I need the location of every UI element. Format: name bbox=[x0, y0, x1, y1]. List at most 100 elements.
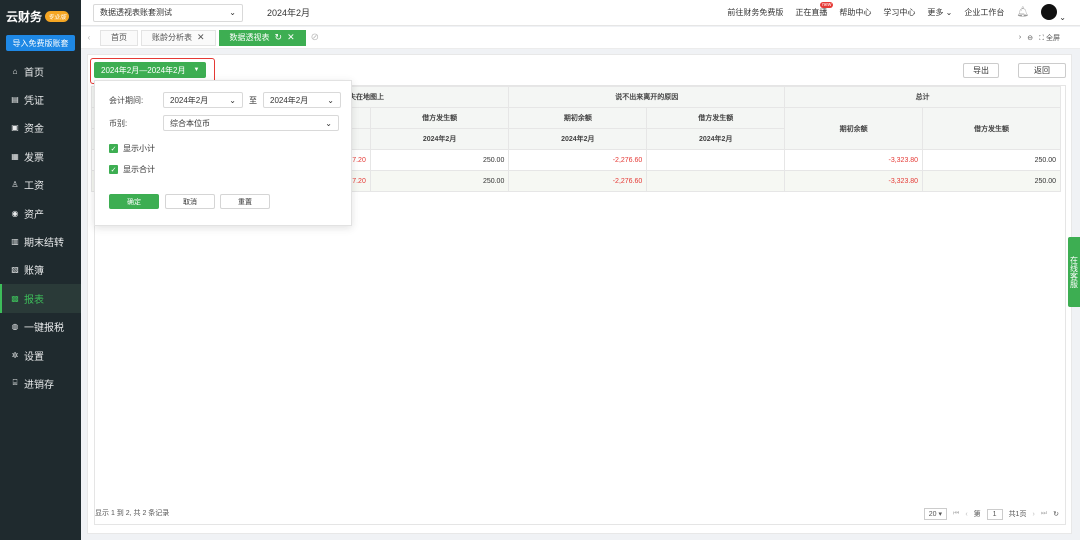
sidebar-item-inventory[interactable]: ⌸ 进销存 bbox=[0, 369, 81, 397]
user-menu[interactable]: ⌄ bbox=[1041, 3, 1066, 22]
checkbox-checked-icon[interactable]: ✓ bbox=[109, 144, 118, 153]
sidebar-item-label: 资产 bbox=[24, 209, 44, 221]
tabs-right-tools: › ⊖ ⛶ 全屏 bbox=[1019, 33, 1080, 43]
show-subtotal-row[interactable]: ✓ 显示小计 bbox=[109, 143, 155, 154]
current-period: 2024年2月 bbox=[267, 8, 311, 18]
record-count: 显示 1 到 2, 共 2 条记录 bbox=[95, 510, 170, 517]
ledger-icon: ▧ bbox=[11, 265, 19, 275]
date-range-label: 2024年2月—2024年2月 bbox=[101, 65, 186, 75]
sidebar-item-report[interactable]: ▩ 报表 bbox=[0, 284, 81, 313]
sidebar-item-tax[interactable]: ◍ 一键报税 bbox=[0, 313, 81, 341]
tabs-scroll-left-icon[interactable]: ‹ bbox=[81, 33, 97, 42]
table-cell bbox=[646, 149, 786, 171]
confirm-button[interactable]: 确定 bbox=[109, 194, 159, 209]
cancel-button[interactable]: 取消 bbox=[165, 194, 215, 209]
sidebar-item-label: 资金 bbox=[24, 124, 44, 136]
period-row: 会计期间: 2024年2月 ⌄ 至 2024年2月 ⌄ bbox=[109, 92, 341, 108]
period-to-select[interactable]: 2024年2月 ⌄ bbox=[263, 92, 341, 108]
page-size-value: 20 bbox=[928, 511, 937, 518]
tab-home[interactable]: 首页 bbox=[100, 29, 138, 46]
sidebar-item-period-close[interactable]: ▥ 期末结转 bbox=[0, 227, 81, 255]
tabs-scroll-right-icon[interactable]: › bbox=[1019, 34, 1021, 41]
show-total-label: 显示合计 bbox=[123, 165, 155, 174]
export-button[interactable]: 导出 bbox=[963, 63, 999, 78]
live-badge: new bbox=[820, 2, 834, 8]
top-right-links: 前往财务免费版 正在直播 new 帮助中心 学习中心 更多 ⌄ 企业工作台 🔔︎ … bbox=[727, 2, 1080, 22]
bell-icon[interactable]: 🔔︎ bbox=[1016, 7, 1029, 18]
asset-icon: ◉ bbox=[11, 208, 19, 218]
pagination: 20 ▾ ⏮ ‹ 第 1 共1页 › ⏭ ↻ bbox=[923, 508, 1059, 520]
refresh-icon[interactable]: ↻ bbox=[275, 32, 283, 43]
first-page-icon[interactable]: ⏮ bbox=[953, 510, 959, 518]
fullscreen-icon: ⛶ bbox=[1039, 34, 1045, 42]
link-workbench[interactable]: 企业工作台 bbox=[964, 7, 1004, 18]
voucher-icon: ▤ bbox=[11, 95, 19, 105]
close-icon[interactable]: ✕ bbox=[287, 32, 295, 43]
table-cell: 250.00 bbox=[922, 149, 1061, 171]
column-header: 借方发生额 bbox=[922, 107, 1061, 150]
link-live-label: 正在直播 bbox=[795, 8, 828, 17]
link-learning-center[interactable]: 学习中心 bbox=[883, 7, 915, 18]
reset-button[interactable]: 重置 bbox=[220, 194, 270, 209]
sidebar-item-home[interactable]: ⌂ 首页 bbox=[0, 57, 81, 85]
tabs-settings-icon[interactable]: ⊘ bbox=[311, 32, 319, 43]
period-from-value: 2024年2月 bbox=[170, 95, 209, 105]
tab-pivot-table[interactable]: 数据透视表 ↻ ✕ bbox=[218, 29, 306, 46]
period-from-select[interactable]: 2024年2月 ⌄ bbox=[163, 92, 243, 108]
period-to-value: 2024年2月 bbox=[270, 95, 309, 105]
import-free-account-button[interactable]: 导入免费版账套 bbox=[6, 35, 75, 51]
page-size-select[interactable]: 20 ▾ bbox=[923, 508, 947, 520]
link-live[interactable]: 正在直播 new bbox=[795, 2, 834, 18]
tab-aging-analysis[interactable]: 账龄分析表 ✕ bbox=[141, 29, 216, 46]
sidebar-item-label: 报表 bbox=[24, 294, 44, 306]
next-page-icon[interactable]: › bbox=[1032, 511, 1034, 518]
sidebar-item-voucher[interactable]: ▤ 凭证 bbox=[0, 85, 81, 113]
report-icon: ▩ bbox=[11, 293, 19, 303]
tab-label: 账龄分析表 bbox=[152, 33, 192, 42]
tab-label: 数据透视表 bbox=[229, 33, 270, 42]
fullscreen-button[interactable]: ⛶ 全屏 bbox=[1039, 33, 1060, 43]
online-service-button[interactable]: 在线客服 bbox=[1068, 237, 1080, 307]
table-cell: -2,276.60 bbox=[508, 170, 648, 192]
back-button[interactable]: 返回 bbox=[1018, 63, 1066, 78]
edition-badge: 专业版 bbox=[45, 10, 70, 22]
chevron-down-icon: ⌄ bbox=[327, 95, 334, 105]
link-more[interactable]: 更多 ⌄ bbox=[927, 7, 952, 18]
table-cell: 250.00 bbox=[922, 170, 1061, 192]
link-free-version[interactable]: 前往财务免费版 bbox=[727, 7, 783, 18]
logo[interactable]: 云财务 专业版 bbox=[0, 0, 81, 32]
checkbox-checked-icon[interactable]: ✓ bbox=[109, 165, 118, 174]
fund-icon: ▣ bbox=[11, 123, 19, 133]
chevron-down-icon: ⌄ bbox=[229, 8, 236, 17]
sidebar-item-fund[interactable]: ▣ 资金 bbox=[0, 114, 81, 142]
period-header: 2024年2月 bbox=[369, 128, 510, 150]
refresh-icon[interactable]: ↻ bbox=[1053, 510, 1059, 518]
sidebar-item-settings[interactable]: ✲ 设置 bbox=[0, 341, 81, 369]
home-icon: ⌂ bbox=[12, 66, 18, 76]
sidebar-item-label: 发票 bbox=[24, 152, 44, 164]
page-input[interactable]: 1 bbox=[986, 508, 1003, 520]
account-select[interactable]: 数据透视表账套测试 ⌄ bbox=[93, 3, 243, 22]
sidebar-item-ledger[interactable]: ▧ 账簿 bbox=[0, 256, 81, 284]
date-range-button[interactable]: 2024年2月—2024年2月 ▼ bbox=[94, 62, 207, 78]
sidebar-item-label: 期末结转 bbox=[24, 238, 64, 250]
close-icon[interactable]: ✕ bbox=[197, 32, 205, 43]
tab-label: 首页 bbox=[111, 33, 127, 42]
tabs-menu-icon[interactable]: ⊖ bbox=[1027, 34, 1033, 42]
show-total-row[interactable]: ✓ 显示合计 bbox=[109, 164, 155, 175]
sidebar-item-label: 账簿 bbox=[24, 266, 44, 278]
column-header: 期初余额 bbox=[784, 107, 924, 150]
column-header: 期初余额 bbox=[508, 107, 648, 129]
sidebar-item-salary[interactable]: ♙ 工资 bbox=[0, 171, 81, 199]
link-help-center[interactable]: 帮助中心 bbox=[839, 7, 871, 18]
prev-page-icon[interactable]: ‹ bbox=[965, 511, 967, 518]
currency-select[interactable]: 综合本位币 ⌄ bbox=[163, 115, 339, 131]
date-filter-popover: 会计期间: 2024年2月 ⌄ 至 2024年2月 ⌄ 币别: 综合本位币 ⌄ ✓ 显… bbox=[94, 80, 352, 226]
page-label: 第 bbox=[973, 511, 981, 518]
sidebar-item-invoice[interactable]: ▦ 发票 bbox=[0, 142, 81, 170]
settings-icon: ✲ bbox=[11, 350, 19, 360]
sidebar-item-asset[interactable]: ◉ 资产 bbox=[0, 199, 81, 227]
last-page-icon[interactable]: ⏭ bbox=[1041, 510, 1047, 518]
avatar bbox=[1041, 3, 1058, 20]
to-label: 至 bbox=[249, 95, 257, 105]
